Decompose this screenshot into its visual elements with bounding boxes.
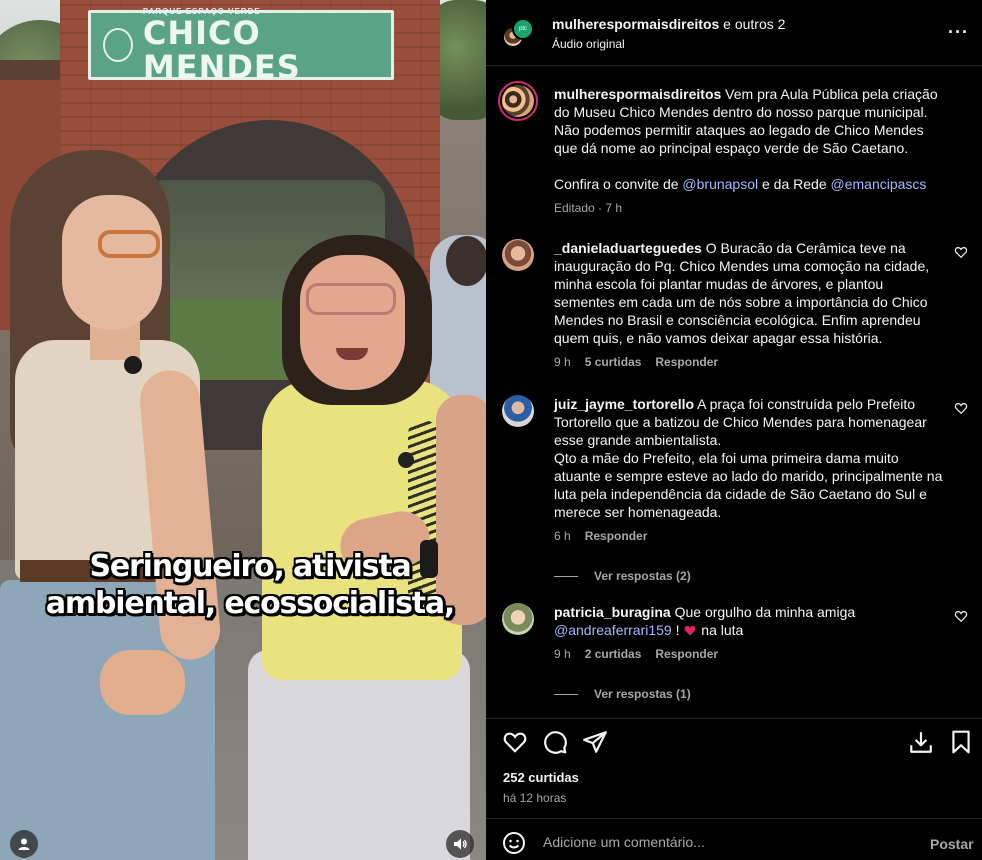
audio-link[interactable]: Áudio original xyxy=(552,37,625,51)
view-replies-label: Ver respostas (2) xyxy=(594,569,691,583)
comment-text: _danieladuarteguedes O Buracão da Cerâmi… xyxy=(554,239,944,347)
header-avatar[interactable]: ptc xyxy=(502,18,534,48)
comment-username[interactable]: juiz_jayme_tortorello xyxy=(554,396,694,412)
view-replies-button[interactable]: Ver respostas (1) xyxy=(554,687,968,701)
video-caption: Seringueiro, ativista ambiental, ecossoc… xyxy=(40,548,460,622)
comment-text: juiz_jayme_tortorello A praça foi constr… xyxy=(554,395,944,521)
speaker-icon xyxy=(454,838,467,850)
likes-count[interactable]: 252 curtidas xyxy=(503,770,579,785)
woman-right-face xyxy=(300,255,405,390)
comment-username[interactable]: _danieladuarteguedes xyxy=(554,240,702,256)
comment-bar: Postar xyxy=(486,818,982,860)
mention-link[interactable]: @brunapsol xyxy=(682,176,758,192)
bookmark-icon[interactable] xyxy=(948,729,974,755)
comment-input[interactable] xyxy=(543,834,903,850)
woman-right-skirt xyxy=(248,650,470,860)
background-person-head xyxy=(446,236,486,286)
park-sign: PARQUE ESPAÇO VERDE CHICO MENDES xyxy=(88,7,394,84)
post-panel: ptc mulherespormaisdireitos e outros 2 Á… xyxy=(486,0,982,860)
emoji-icon[interactable] xyxy=(502,831,526,855)
woman-left-glasses xyxy=(98,230,160,258)
avatar[interactable] xyxy=(502,603,534,635)
sign-title: CHICO MENDES xyxy=(142,13,301,86)
comment: _danieladuarteguedes O Buracão da Cerâmi… xyxy=(502,239,968,369)
caption-username[interactable]: mulherespormaisdireitos xyxy=(554,86,721,102)
avatar[interactable] xyxy=(502,239,534,271)
post-caption: mulherespormaisdireitos Vem pra Aula Púb… xyxy=(498,81,968,215)
mention-link[interactable]: @emancipascs xyxy=(831,176,927,192)
download-icon[interactable] xyxy=(908,729,934,755)
comment-likes[interactable]: 2 curtidas xyxy=(585,647,642,661)
edited-time: Editado · 7 h xyxy=(554,201,623,215)
pin-badge xyxy=(398,452,414,468)
header-collaborators[interactable]: e outros 2 xyxy=(719,16,785,32)
heart-icon[interactable] xyxy=(954,609,968,623)
tagged-users-button[interactable] xyxy=(10,830,38,858)
divider xyxy=(554,575,578,577)
comment-text: patricia_buragina Que orgulho da minha a… xyxy=(554,603,944,639)
caption-line: Seringueiro, ativista xyxy=(89,549,411,584)
comment-likes[interactable]: 5 curtidas xyxy=(585,355,642,369)
comments-scroll-area[interactable]: mulherespormaisdireitos Vem pra Aula Púb… xyxy=(486,67,982,717)
comment-body: Qto a mãe do Prefeito, ela foi uma prime… xyxy=(554,450,943,520)
avatar[interactable] xyxy=(502,395,534,427)
comment-body: ! xyxy=(671,622,684,638)
comment: patricia_buragina Que orgulho da minha a… xyxy=(502,603,968,701)
reel-video[interactable]: PARQUE ESPAÇO VERDE CHICO MENDES Seringu… xyxy=(0,0,486,860)
invite-text: e da Rede xyxy=(758,176,831,192)
comment-time: 6 h xyxy=(554,529,571,543)
heart-icon[interactable] xyxy=(954,245,968,259)
woman-left-hands xyxy=(100,650,185,715)
like-heart-icon[interactable] xyxy=(502,729,528,755)
reply-button[interactable]: Responder xyxy=(585,529,648,543)
divider xyxy=(554,693,578,695)
user-icon xyxy=(18,838,30,850)
post-actions: 252 curtidas há 12 horas xyxy=(486,718,982,818)
comment-icon[interactable] xyxy=(542,729,568,755)
reply-button[interactable]: Responder xyxy=(655,355,718,369)
more-options-button[interactable]: ··· xyxy=(948,22,969,43)
header-names: mulherespormaisdireitos e outros 2 xyxy=(552,16,785,32)
caption-text: mulherespormaisdireitos Vem pra Aula Púb… xyxy=(554,85,944,193)
red-heart-emoji xyxy=(684,625,696,636)
comment-body: na luta xyxy=(697,622,744,638)
heart-icon[interactable] xyxy=(954,401,968,415)
post-time: há 12 horas xyxy=(503,791,567,805)
share-icon[interactable] xyxy=(582,729,608,755)
header-username[interactable]: mulherespormaisdireitos xyxy=(552,16,719,32)
avatar[interactable] xyxy=(498,81,538,121)
view-replies-label: Ver respostas (1) xyxy=(594,687,691,701)
comment-time: 9 h xyxy=(554,647,571,661)
comment-time: 9 h xyxy=(554,355,571,369)
invite-text: Confira o convite de xyxy=(554,176,683,192)
avatar-badge: ptc xyxy=(512,18,534,40)
view-replies-button[interactable]: Ver respostas (2) xyxy=(554,569,968,583)
pin-badge xyxy=(124,356,142,374)
comment-meta: 9 h 5 curtidas Responder xyxy=(554,355,968,369)
post-comment-button[interactable]: Postar xyxy=(930,836,974,852)
woman-left-face xyxy=(62,195,162,330)
woman-right-glasses xyxy=(306,283,396,315)
volume-button[interactable] xyxy=(446,830,474,858)
post-header: ptc mulherespormaisdireitos e outros 2 Á… xyxy=(486,0,982,66)
sign-emblem-icon xyxy=(103,28,133,62)
comment-meta: 6 h Responder xyxy=(554,529,968,543)
mention-link[interactable]: @andreaferrari159 xyxy=(554,622,672,638)
comment-body: Que orgulho da minha amiga xyxy=(674,604,856,620)
comment-username[interactable]: patricia_buragina xyxy=(554,604,671,620)
comment: juiz_jayme_tortorello A praça foi constr… xyxy=(502,395,968,583)
avatar-image xyxy=(502,85,534,117)
caption-line: ambiental, ecossocialista, xyxy=(45,586,455,621)
reply-button[interactable]: Responder xyxy=(655,647,718,661)
caption-meta: Editado · 7 h xyxy=(554,201,968,215)
comment-meta: 9 h 2 curtidas Responder xyxy=(554,647,968,661)
